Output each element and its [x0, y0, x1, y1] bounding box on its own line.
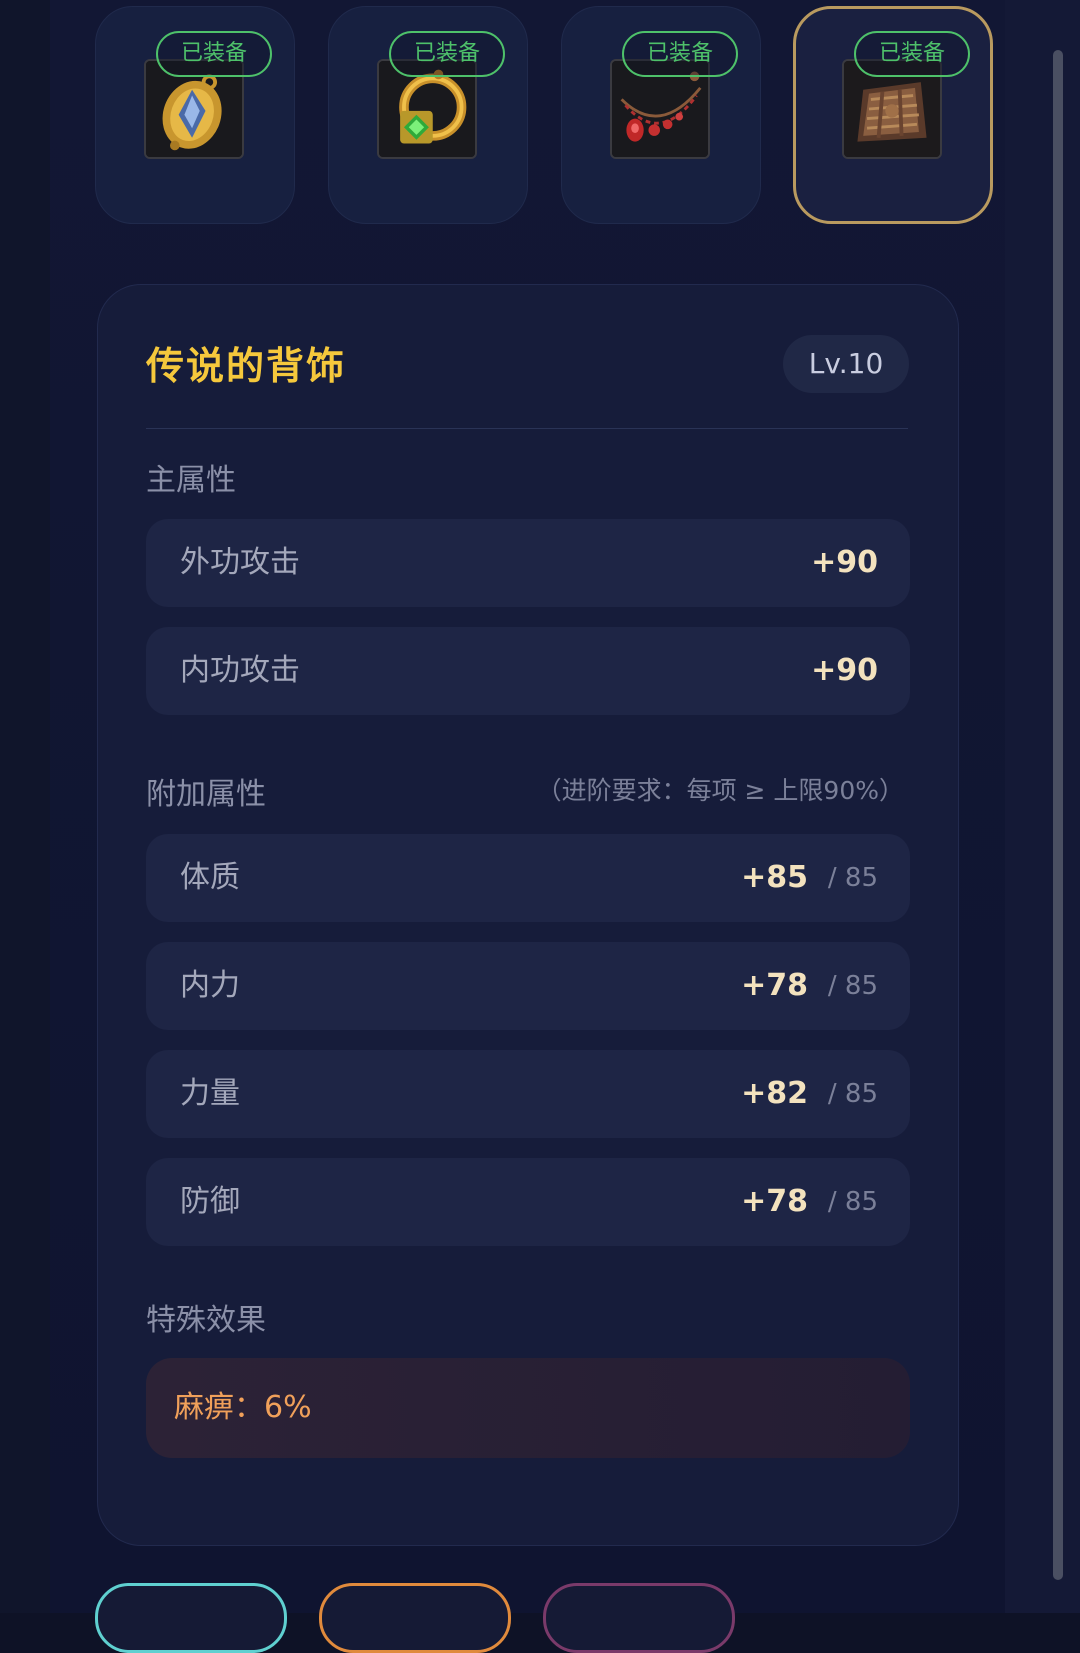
divider: [146, 428, 908, 429]
stat-value: +90: [811, 545, 878, 580]
right-edge: [1005, 0, 1080, 1613]
stat-name: 防御: [180, 1184, 240, 1219]
bottom-button-1[interactable]: [95, 1583, 287, 1653]
stat-name: 外功攻击: [180, 545, 300, 580]
stat-name: 内功攻击: [180, 653, 300, 688]
stat-value: +82: [741, 1076, 808, 1111]
stat-max: / 85: [827, 971, 878, 1001]
special-effect-row: 麻痹：6%: [146, 1358, 910, 1458]
item-detail-card: 传说的背饰 Lv.10 主属性 外功攻击 +90 内功攻击 +90 附加属性 （…: [97, 284, 959, 1546]
level-badge: Lv.10: [783, 335, 909, 393]
stat-max: / 85: [827, 1079, 878, 1109]
stat-row-constitution: 体质 +85 / 85: [146, 834, 910, 922]
stat-name: 力量: [180, 1076, 240, 1111]
equipment-slot-amulet[interactable]: 已装备: [95, 6, 295, 224]
equipped-badge: 已装备: [389, 31, 505, 77]
special-effect-text: 麻痹：6%: [174, 1390, 312, 1425]
upgrade-requirement-note: （进阶要求：每项 ≥ 上限90%）: [536, 776, 904, 805]
scrollbar[interactable]: [1053, 50, 1063, 1580]
left-edge: [0, 0, 50, 1613]
equipped-badge: 已装备: [854, 31, 970, 77]
extra-attributes-label: 附加属性: [146, 777, 266, 812]
main-attributes-label: 主属性: [146, 463, 236, 498]
stat-value: +90: [811, 653, 878, 688]
stat-row-defense: 防御 +78 / 85: [146, 1158, 910, 1246]
stat-max: / 85: [827, 1187, 878, 1217]
equipment-slot-ring[interactable]: 已装备: [328, 6, 528, 224]
item-name: 传说的背饰: [146, 344, 347, 388]
special-effect-label: 特殊效果: [146, 1303, 266, 1338]
bottom-button-3[interactable]: [543, 1583, 735, 1653]
bottom-button-2[interactable]: [319, 1583, 511, 1653]
stat-max: / 85: [827, 863, 878, 893]
stat-name: 内力: [180, 968, 240, 1003]
equipment-slot-necklace[interactable]: 已装备: [561, 6, 761, 224]
stat-row-strength: 力量 +82 / 85: [146, 1050, 910, 1138]
stat-value: +78: [741, 968, 808, 1003]
equipped-badge: 已装备: [622, 31, 738, 77]
stat-name: 体质: [180, 860, 240, 895]
stat-row-inner-power: 内力 +78 / 85: [146, 942, 910, 1030]
equipment-slot-back-ornament[interactable]: 已装备: [793, 6, 993, 224]
equipped-badge: 已装备: [156, 31, 272, 77]
stat-value: +85: [741, 860, 808, 895]
stat-row-internal-attack: 内功攻击 +90: [146, 627, 910, 715]
stat-value: +78: [741, 1184, 808, 1219]
stat-row-external-attack: 外功攻击 +90: [146, 519, 910, 607]
